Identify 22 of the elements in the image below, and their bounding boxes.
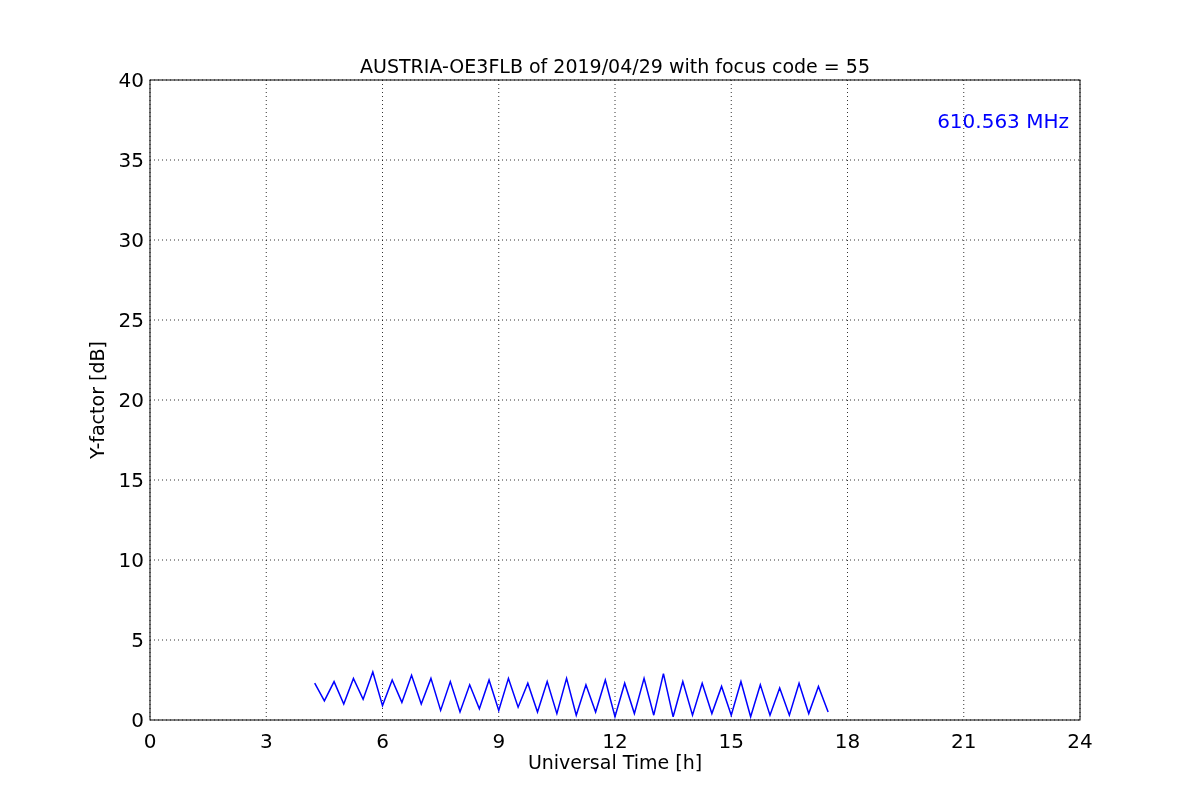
tick-label: 10 bbox=[118, 548, 144, 572]
series-label: 610.563 MHz bbox=[937, 109, 1069, 133]
tick-label: 20 bbox=[118, 388, 144, 412]
y-axis-label: Y-factor [dB] bbox=[86, 341, 108, 459]
tick-label: 24 bbox=[1067, 729, 1093, 753]
tick-label: 21 bbox=[951, 729, 977, 753]
tick-label: 9 bbox=[492, 729, 506, 753]
tick-label: 15 bbox=[718, 729, 744, 753]
tick-label: 0 bbox=[143, 729, 157, 753]
tick-label: 5 bbox=[131, 628, 144, 652]
tick-label: 6 bbox=[376, 729, 389, 753]
tick-label: 40 bbox=[118, 68, 144, 92]
tick-label: 35 bbox=[118, 148, 144, 172]
tick-label: 18 bbox=[834, 729, 861, 753]
chart-title: AUSTRIA-OE3FLB of 2019/04/29 with focus code = 55 bbox=[360, 55, 870, 77]
tick-label: 25 bbox=[118, 308, 144, 332]
tick-label: 12 bbox=[602, 729, 628, 753]
tick-label: 15 bbox=[118, 468, 144, 492]
tick-label: 0 bbox=[131, 708, 144, 732]
x-axis-label: Universal Time [h] bbox=[527, 751, 703, 773]
tick-label: 3 bbox=[259, 729, 273, 753]
tick-label: 30 bbox=[118, 228, 144, 252]
